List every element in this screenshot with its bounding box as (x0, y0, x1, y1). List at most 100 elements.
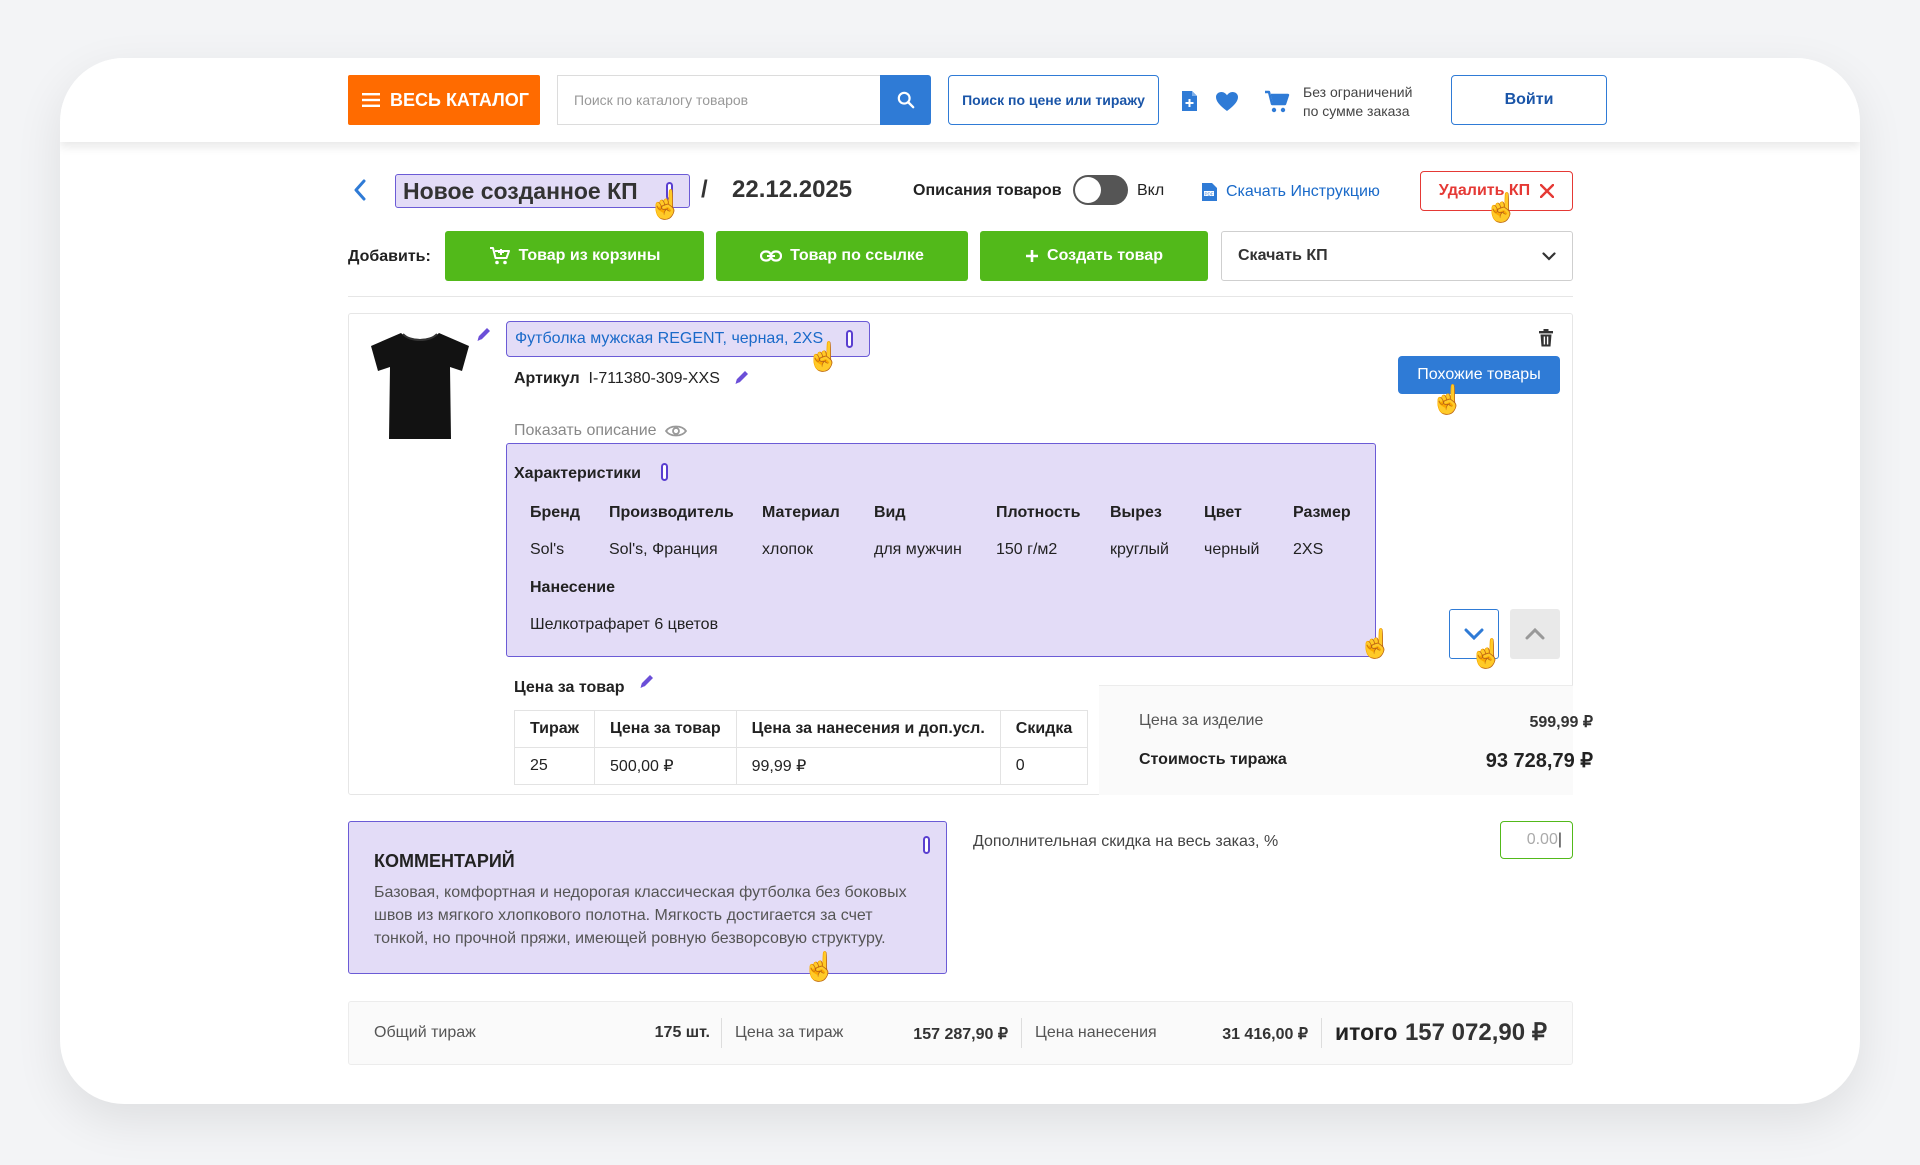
link-icon (760, 250, 783, 262)
discount-input[interactable]: 0.00 | (1500, 821, 1573, 859)
run-cost-value: 93 728,79 ₽ (1485, 750, 1593, 772)
char-value: для мужчин (874, 541, 962, 558)
order-limit-note: Без ограничений по сумме заказа (1303, 83, 1412, 121)
hand-cursor-icon: ☝ (648, 189, 683, 220)
pencil-icon[interactable] (733, 368, 751, 386)
col-header: Цена за нанесения и доп.усл. (735, 710, 1001, 748)
create-product-label: Создать товар (1047, 247, 1163, 264)
add-by-link-label: Товар по ссылке (790, 247, 924, 264)
cell-discount[interactable]: 0 (999, 747, 1089, 785)
pencil-icon[interactable] (475, 325, 493, 343)
login-button[interactable]: Войти (1451, 75, 1607, 125)
char-key: Вырез (1110, 504, 1162, 521)
total-run-value: 175 шт. (654, 1024, 710, 1041)
char-value: Sol's, Франция (609, 541, 718, 558)
kp-date: 22.12.2025 (732, 176, 853, 203)
close-icon (1540, 184, 1555, 198)
total-price-value: 157 287,90 ₽ (913, 1026, 1008, 1043)
divider (1021, 1018, 1022, 1048)
char-key: Бренд (530, 504, 580, 521)
pencil-icon[interactable] (638, 672, 656, 690)
discount-label: Дополнительная скидка на весь заказ, % (973, 833, 1279, 850)
unit-price-value: 599,99 ₽ (1529, 714, 1593, 731)
create-product-button[interactable]: Создать товар (980, 231, 1208, 281)
cart-add-icon (489, 247, 510, 265)
col-header: Скидка (999, 710, 1089, 748)
search-button[interactable] (880, 75, 931, 125)
document-add-icon[interactable] (1178, 89, 1200, 113)
pdf-icon: PDF (1202, 183, 1217, 201)
unit-price-label: Цена за изделие (1139, 712, 1264, 729)
add-from-cart-button[interactable]: Товар из корзины (445, 231, 704, 281)
char-value: Sol's (530, 541, 565, 558)
hand-cursor-icon: ☝ (1430, 384, 1465, 415)
page-card: ВЕСЬ КАТАЛОГ Поиск по каталогу товаров П… (60, 58, 1860, 1104)
plus-icon (1026, 250, 1039, 262)
similar-products-button[interactable]: Похожие товары (1398, 356, 1560, 394)
char-value: круглый (1110, 541, 1169, 558)
show-description-label: Показать описание (514, 422, 657, 439)
svg-text:PDF: PDF (1205, 191, 1214, 196)
char-key: Нанесение (530, 579, 615, 596)
search-icon (897, 91, 914, 109)
catalog-button[interactable]: ВЕСЬ КАТАЛОГ (348, 75, 540, 125)
pin-icon[interactable] (661, 463, 668, 481)
hand-cursor-icon: ☝ (1484, 192, 1519, 223)
total-print-value: 31 416,00 ₽ (1222, 1026, 1308, 1043)
menu-icon (362, 93, 380, 107)
char-key: Цвет (1204, 504, 1242, 521)
run-cost-label: Стоимость тиража (1139, 751, 1287, 768)
add-label: Добавить: (348, 248, 431, 265)
search-input[interactable]: Поиск по каталогу товаров (557, 75, 881, 125)
total-run-label: Общий тираж (374, 1024, 476, 1041)
cell-run[interactable]: 25 (513, 747, 596, 785)
divider (1321, 1018, 1322, 1048)
cart-icon[interactable] (1264, 90, 1290, 114)
col-header: Цена за товар (594, 710, 737, 748)
descriptions-toggle[interactable] (1073, 175, 1128, 205)
char-value: 2XS (1293, 541, 1324, 558)
order-limit-line1: Без ограничений (1303, 84, 1413, 100)
pin-icon[interactable] (846, 330, 853, 348)
download-kp-select[interactable]: Скачать КП (1221, 231, 1573, 281)
pin-icon[interactable] (923, 836, 930, 854)
comment-text: Базовая, комфортная и недорогая классиче… (374, 884, 907, 947)
search-placeholder: Поиск по каталогу товаров (574, 92, 749, 108)
add-from-cart-label: Товар из корзины (518, 247, 661, 264)
kp-separator: / (701, 176, 708, 203)
article-value: I-711380-309-XXS (588, 370, 720, 387)
char-key: Вид (874, 504, 906, 521)
chevron-up-icon (1525, 628, 1545, 640)
col-header: Тираж (513, 710, 596, 748)
price-search-button[interactable]: Поиск по цене или тиражу (948, 75, 1159, 125)
divider (721, 1018, 722, 1048)
hand-cursor-icon: ☝ (806, 341, 841, 372)
heart-icon[interactable] (1215, 91, 1239, 112)
chevron-left-icon[interactable] (353, 179, 367, 201)
hand-cursor-icon: ☝ (802, 951, 837, 982)
move-up-button[interactable] (1510, 609, 1560, 659)
char-value: хлопок (762, 541, 813, 558)
article-row: Артикул I-711380-309-XXS (514, 370, 720, 388)
hand-cursor-icon: ☝ (1469, 638, 1504, 669)
product-name: Футболка мужская REGENT, черная, 2XS (515, 330, 824, 347)
download-instructions-link[interactable]: PDF Скачать Инструкцию (1200, 182, 1380, 202)
show-description-toggle[interactable]: Показать описание (514, 422, 687, 440)
price-title: Цена за товар (514, 679, 625, 696)
comment-title: КОММЕНТАРИЙ (374, 851, 515, 871)
char-key: Материал (762, 504, 840, 521)
grand-total-value: 157 072,90 ₽ (1404, 1019, 1547, 1046)
download-kp-label: Скачать КП (1238, 247, 1328, 264)
trash-icon[interactable] (1538, 329, 1554, 347)
cell-item-price[interactable]: 500,00 ₽ (594, 747, 737, 785)
tshirt-image (371, 333, 469, 439)
descriptions-label: Описания товаров (913, 182, 1062, 199)
cell-print-price[interactable]: 99,99 ₽ (735, 747, 1001, 785)
add-by-link-button[interactable]: Товар по ссылке (716, 231, 968, 281)
kp-name: Новое созданное КП (403, 177, 638, 204)
kp-name-field[interactable]: Новое созданное КП (395, 174, 690, 208)
price-summary (1099, 685, 1573, 795)
char-key: Производитель (609, 504, 734, 521)
divider (348, 296, 1573, 297)
discount-value: 0.00 (1526, 831, 1558, 848)
